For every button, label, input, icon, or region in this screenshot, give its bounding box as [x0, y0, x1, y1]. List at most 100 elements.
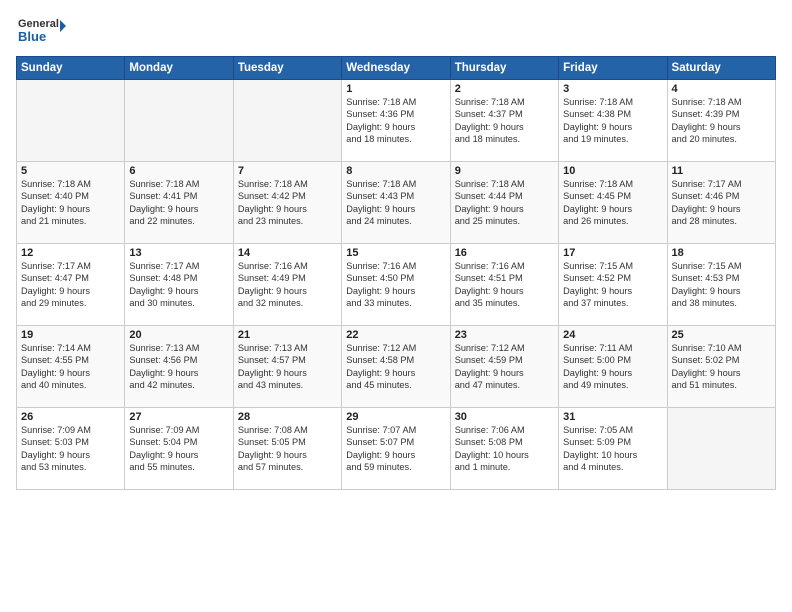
logo: General Blue: [16, 12, 66, 48]
day-number: 17: [563, 247, 662, 259]
day-info: Sunrise: 7:13 AM Sunset: 4:56 PM Dayligh…: [129, 342, 228, 392]
calendar-cell: 28Sunrise: 7:08 AM Sunset: 5:05 PM Dayli…: [233, 408, 341, 490]
day-info: Sunrise: 7:17 AM Sunset: 4:47 PM Dayligh…: [21, 260, 120, 310]
calendar-cell: 31Sunrise: 7:05 AM Sunset: 5:09 PM Dayli…: [559, 408, 667, 490]
day-info: Sunrise: 7:05 AM Sunset: 5:09 PM Dayligh…: [563, 424, 662, 474]
day-info: Sunrise: 7:09 AM Sunset: 5:03 PM Dayligh…: [21, 424, 120, 474]
week-row-3: 12Sunrise: 7:17 AM Sunset: 4:47 PM Dayli…: [17, 244, 776, 326]
day-info: Sunrise: 7:17 AM Sunset: 4:46 PM Dayligh…: [672, 178, 771, 228]
calendar-cell: 27Sunrise: 7:09 AM Sunset: 5:04 PM Dayli…: [125, 408, 233, 490]
day-number: 1: [346, 83, 445, 95]
day-info: Sunrise: 7:18 AM Sunset: 4:44 PM Dayligh…: [455, 178, 554, 228]
calendar-cell: [233, 80, 341, 162]
day-info: Sunrise: 7:13 AM Sunset: 4:57 PM Dayligh…: [238, 342, 337, 392]
day-info: Sunrise: 7:14 AM Sunset: 4:55 PM Dayligh…: [21, 342, 120, 392]
calendar-cell: 13Sunrise: 7:17 AM Sunset: 4:48 PM Dayli…: [125, 244, 233, 326]
weekday-header-thursday: Thursday: [450, 57, 558, 80]
day-number: 28: [238, 411, 337, 423]
calendar-cell: [17, 80, 125, 162]
week-row-4: 19Sunrise: 7:14 AM Sunset: 4:55 PM Dayli…: [17, 326, 776, 408]
calendar-cell: 12Sunrise: 7:17 AM Sunset: 4:47 PM Dayli…: [17, 244, 125, 326]
page: General Blue SundayMondayTuesdayWednesda…: [0, 0, 792, 612]
day-info: Sunrise: 7:12 AM Sunset: 4:58 PM Dayligh…: [346, 342, 445, 392]
day-info: Sunrise: 7:18 AM Sunset: 4:45 PM Dayligh…: [563, 178, 662, 228]
calendar-cell: 2Sunrise: 7:18 AM Sunset: 4:37 PM Daylig…: [450, 80, 558, 162]
calendar-cell: 5Sunrise: 7:18 AM Sunset: 4:40 PM Daylig…: [17, 162, 125, 244]
calendar-cell: 29Sunrise: 7:07 AM Sunset: 5:07 PM Dayli…: [342, 408, 450, 490]
day-number: 31: [563, 411, 662, 423]
day-number: 25: [672, 329, 771, 341]
day-info: Sunrise: 7:18 AM Sunset: 4:38 PM Dayligh…: [563, 96, 662, 146]
weekday-header-wednesday: Wednesday: [342, 57, 450, 80]
day-number: 10: [563, 165, 662, 177]
calendar-cell: 21Sunrise: 7:13 AM Sunset: 4:57 PM Dayli…: [233, 326, 341, 408]
day-number: 5: [21, 165, 120, 177]
svg-text:Blue: Blue: [18, 29, 46, 44]
day-number: 21: [238, 329, 337, 341]
day-number: 30: [455, 411, 554, 423]
day-number: 4: [672, 83, 771, 95]
day-number: 15: [346, 247, 445, 259]
day-number: 29: [346, 411, 445, 423]
weekday-header-monday: Monday: [125, 57, 233, 80]
day-number: 16: [455, 247, 554, 259]
calendar-cell: 19Sunrise: 7:14 AM Sunset: 4:55 PM Dayli…: [17, 326, 125, 408]
calendar-cell: 15Sunrise: 7:16 AM Sunset: 4:50 PM Dayli…: [342, 244, 450, 326]
calendar-cell: [667, 408, 775, 490]
day-info: Sunrise: 7:10 AM Sunset: 5:02 PM Dayligh…: [672, 342, 771, 392]
calendar-cell: 25Sunrise: 7:10 AM Sunset: 5:02 PM Dayli…: [667, 326, 775, 408]
day-number: 14: [238, 247, 337, 259]
day-number: 12: [21, 247, 120, 259]
calendar-cell: 17Sunrise: 7:15 AM Sunset: 4:52 PM Dayli…: [559, 244, 667, 326]
calendar-cell: 14Sunrise: 7:16 AM Sunset: 4:49 PM Dayli…: [233, 244, 341, 326]
day-info: Sunrise: 7:18 AM Sunset: 4:40 PM Dayligh…: [21, 178, 120, 228]
calendar-cell: 7Sunrise: 7:18 AM Sunset: 4:42 PM Daylig…: [233, 162, 341, 244]
day-info: Sunrise: 7:11 AM Sunset: 5:00 PM Dayligh…: [563, 342, 662, 392]
day-info: Sunrise: 7:15 AM Sunset: 4:52 PM Dayligh…: [563, 260, 662, 310]
weekday-header-sunday: Sunday: [17, 57, 125, 80]
day-number: 27: [129, 411, 228, 423]
day-number: 19: [21, 329, 120, 341]
calendar-cell: 4Sunrise: 7:18 AM Sunset: 4:39 PM Daylig…: [667, 80, 775, 162]
week-row-2: 5Sunrise: 7:18 AM Sunset: 4:40 PM Daylig…: [17, 162, 776, 244]
day-info: Sunrise: 7:16 AM Sunset: 4:49 PM Dayligh…: [238, 260, 337, 310]
calendar-cell: 22Sunrise: 7:12 AM Sunset: 4:58 PM Dayli…: [342, 326, 450, 408]
day-info: Sunrise: 7:16 AM Sunset: 4:51 PM Dayligh…: [455, 260, 554, 310]
weekday-header-row: SundayMondayTuesdayWednesdayThursdayFrid…: [17, 57, 776, 80]
day-number: 26: [21, 411, 120, 423]
day-info: Sunrise: 7:18 AM Sunset: 4:37 PM Dayligh…: [455, 96, 554, 146]
weekday-header-tuesday: Tuesday: [233, 57, 341, 80]
calendar-cell: 10Sunrise: 7:18 AM Sunset: 4:45 PM Dayli…: [559, 162, 667, 244]
day-number: 2: [455, 83, 554, 95]
day-info: Sunrise: 7:09 AM Sunset: 5:04 PM Dayligh…: [129, 424, 228, 474]
week-row-1: 1Sunrise: 7:18 AM Sunset: 4:36 PM Daylig…: [17, 80, 776, 162]
calendar-cell: 23Sunrise: 7:12 AM Sunset: 4:59 PM Dayli…: [450, 326, 558, 408]
day-info: Sunrise: 7:18 AM Sunset: 4:43 PM Dayligh…: [346, 178, 445, 228]
header: General Blue: [16, 12, 776, 48]
calendar: SundayMondayTuesdayWednesdayThursdayFrid…: [16, 56, 776, 490]
day-info: Sunrise: 7:17 AM Sunset: 4:48 PM Dayligh…: [129, 260, 228, 310]
day-number: 24: [563, 329, 662, 341]
calendar-cell: 9Sunrise: 7:18 AM Sunset: 4:44 PM Daylig…: [450, 162, 558, 244]
day-info: Sunrise: 7:18 AM Sunset: 4:36 PM Dayligh…: [346, 96, 445, 146]
day-number: 11: [672, 165, 771, 177]
day-info: Sunrise: 7:12 AM Sunset: 4:59 PM Dayligh…: [455, 342, 554, 392]
week-row-5: 26Sunrise: 7:09 AM Sunset: 5:03 PM Dayli…: [17, 408, 776, 490]
day-info: Sunrise: 7:06 AM Sunset: 5:08 PM Dayligh…: [455, 424, 554, 474]
calendar-cell: 3Sunrise: 7:18 AM Sunset: 4:38 PM Daylig…: [559, 80, 667, 162]
day-number: 22: [346, 329, 445, 341]
calendar-cell: 16Sunrise: 7:16 AM Sunset: 4:51 PM Dayli…: [450, 244, 558, 326]
calendar-cell: 6Sunrise: 7:18 AM Sunset: 4:41 PM Daylig…: [125, 162, 233, 244]
calendar-cell: 1Sunrise: 7:18 AM Sunset: 4:36 PM Daylig…: [342, 80, 450, 162]
day-info: Sunrise: 7:07 AM Sunset: 5:07 PM Dayligh…: [346, 424, 445, 474]
calendar-cell: [125, 80, 233, 162]
day-number: 23: [455, 329, 554, 341]
weekday-header-friday: Friday: [559, 57, 667, 80]
weekday-header-saturday: Saturday: [667, 57, 775, 80]
day-number: 6: [129, 165, 228, 177]
calendar-cell: 24Sunrise: 7:11 AM Sunset: 5:00 PM Dayli…: [559, 326, 667, 408]
day-number: 3: [563, 83, 662, 95]
calendar-cell: 20Sunrise: 7:13 AM Sunset: 4:56 PM Dayli…: [125, 326, 233, 408]
day-number: 13: [129, 247, 228, 259]
day-info: Sunrise: 7:18 AM Sunset: 4:41 PM Dayligh…: [129, 178, 228, 228]
